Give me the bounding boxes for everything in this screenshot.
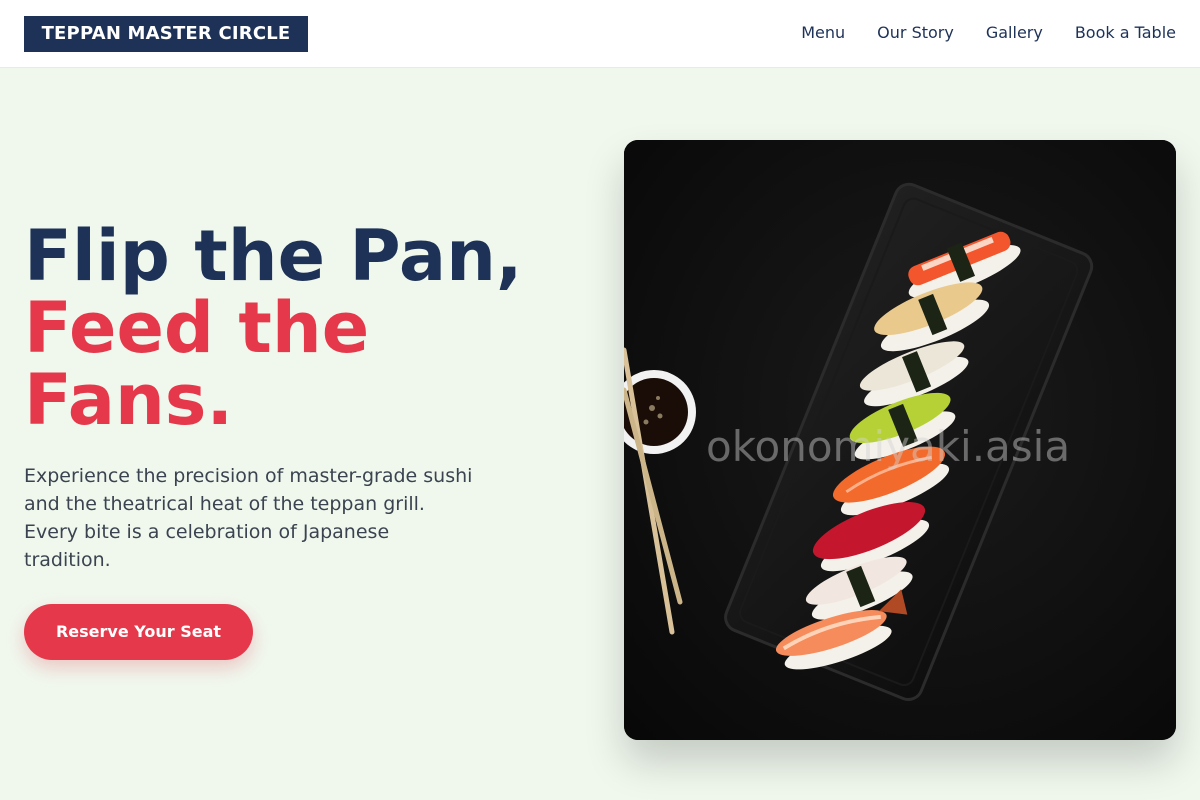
hero-headline: Flip the Pan, Feed the Fans. [24, 220, 584, 436]
hero-text: Flip the Pan, Feed the Fans. Experience … [24, 220, 584, 574]
reserve-seat-button[interactable]: Reserve Your Seat [24, 604, 253, 660]
hero-sushi-image: okonomiyaki.asia [624, 140, 1176, 740]
nav-link-menu[interactable]: Menu [801, 22, 845, 44]
nav-link-our-story[interactable]: Our Story [877, 22, 954, 44]
nav-link-book-a-table[interactable]: Book a Table [1075, 22, 1176, 44]
main-nav: Menu Our Story Gallery Book a Table [801, 22, 1176, 44]
site-header: TEPPAN MASTER CIRCLE Menu Our Story Gall… [0, 0, 1200, 68]
image-watermark: okonomiyaki.asia [706, 422, 1071, 471]
nav-link-gallery[interactable]: Gallery [986, 22, 1043, 44]
hero-description: Experience the precision of master-grade… [24, 465, 473, 571]
site-logo[interactable]: TEPPAN MASTER CIRCLE [24, 16, 308, 52]
headline-line-2: Feed the [24, 287, 370, 369]
headline-line-1: Flip the Pan, [24, 215, 523, 297]
headline-line-3: Fans. [24, 359, 234, 441]
